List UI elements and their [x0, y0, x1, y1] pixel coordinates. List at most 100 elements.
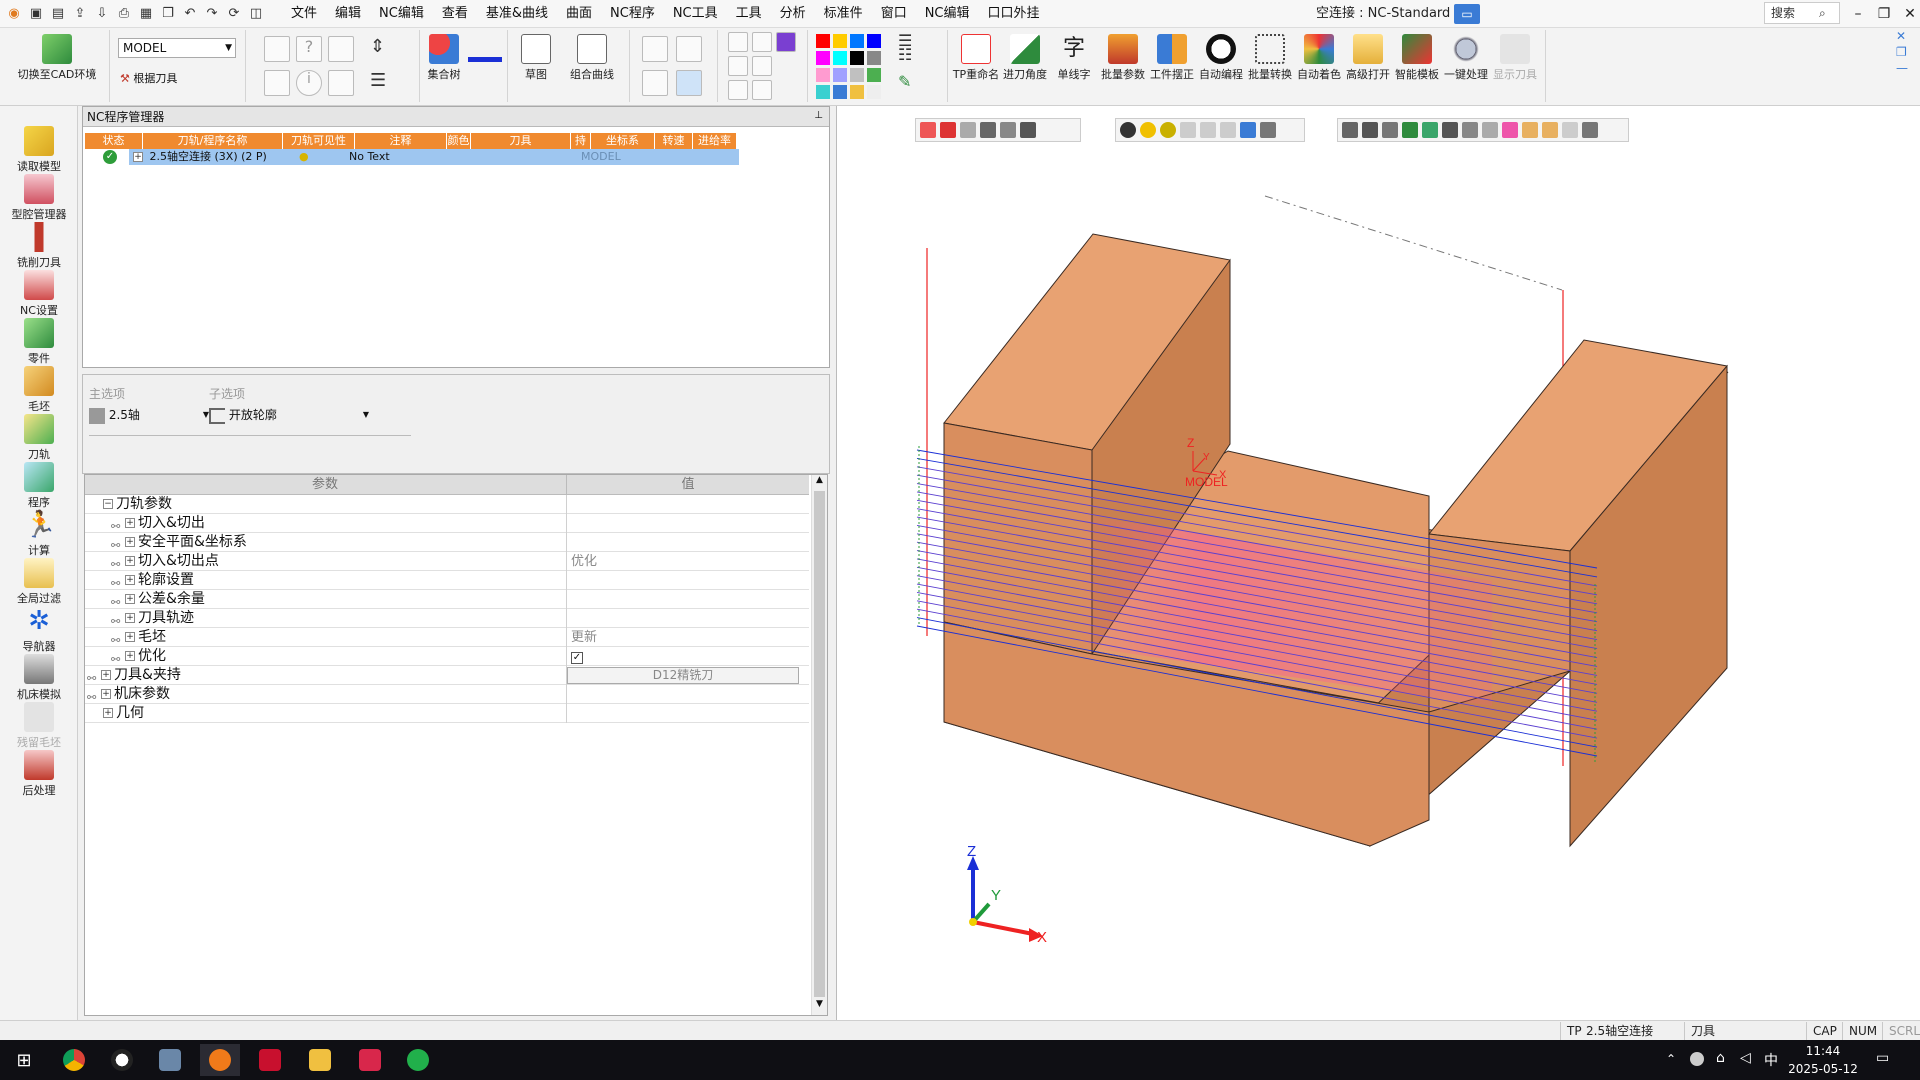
param-row[interactable]: ⚯ + 刀具轨迹	[85, 609, 809, 628]
eyedropper-icon[interactable]: ✎	[898, 72, 911, 91]
stack-icon[interactable]: ☰	[370, 70, 390, 98]
expand-icon[interactable]: +	[133, 152, 143, 162]
expand-icon[interactable]: +	[125, 575, 135, 585]
taskbar-autocad[interactable]	[250, 1044, 290, 1076]
select-all-icon[interactable]	[752, 80, 772, 100]
param-row[interactable]: ⚯ + 毛坯 更新	[85, 628, 809, 647]
milling-tool-button[interactable]: 铣削刀具	[0, 222, 78, 270]
info-icon[interactable]: i	[296, 70, 322, 96]
zoom-window-icon[interactable]	[676, 36, 702, 62]
ribbon-pin-icon[interactable]: ✕ ❐ —	[1896, 28, 1916, 76]
param-row[interactable]: + 几何	[85, 704, 809, 723]
scroll-up-icon[interactable]: ▲	[812, 475, 827, 489]
report-icon[interactable]	[328, 70, 354, 96]
auto-color-button[interactable]: 自动着色	[1295, 34, 1343, 82]
navigator-button[interactable]: ✲ 导航器	[0, 606, 78, 654]
tp-rename-button[interactable]: TP重命名	[952, 34, 1000, 82]
sketch-button[interactable]: 草图	[516, 34, 556, 82]
taskbar-chrome[interactable]	[54, 1044, 94, 1076]
zoom-part-icon[interactable]	[642, 70, 668, 96]
taskbar-qq[interactable]	[102, 1044, 142, 1076]
program-button[interactable]: 程序	[0, 462, 78, 510]
scroll-down-icon[interactable]: ▼	[812, 999, 827, 1013]
select-purple-icon[interactable]	[776, 32, 796, 52]
optimize-checkbox[interactable]: ✓	[566, 647, 809, 666]
param-row[interactable]: ⚯ + 公差&余量	[85, 590, 809, 609]
nc-setup-button[interactable]: NC设置	[0, 270, 78, 318]
batch-params-button[interactable]: 批量参数	[1099, 34, 1147, 82]
open-icon[interactable]: ▤	[48, 4, 68, 24]
col-status[interactable]: 状态	[85, 133, 143, 149]
layer-icon[interactable]: ▦	[136, 4, 156, 24]
menu-nc-edit-2[interactable]: NC编辑	[916, 0, 979, 28]
compute-button[interactable]: 🏃 计算	[0, 510, 78, 558]
combo-curve-button[interactable]: 组合曲线	[560, 34, 624, 82]
switch-cad-button[interactable]: 切换至CAD环境	[12, 34, 102, 82]
expand-icon[interactable]: +	[101, 670, 111, 680]
tray-volume-icon[interactable]: ◁	[1740, 1050, 1751, 1066]
col-color[interactable]: 颜色	[447, 133, 471, 149]
col-feed[interactable]: 进给率	[693, 133, 737, 149]
param-row[interactable]: ⚯ + 切入&切出	[85, 514, 809, 533]
tray-chevron-icon[interactable]: ⌃	[1666, 1052, 1676, 1066]
copy-icon[interactable]: ❐	[158, 4, 178, 24]
pin-icon[interactable]: ⊥	[814, 110, 823, 121]
model-select[interactable]: MODEL ▼	[118, 38, 236, 58]
col-speed[interactable]: 转速	[655, 133, 693, 149]
toolpath-button[interactable]: 刀轨	[0, 414, 78, 462]
menu-datum-curve[interactable]: 基准&曲线	[477, 0, 557, 28]
close-button[interactable]: ✕	[1892, 0, 1920, 28]
start-button[interactable]: ⊞	[4, 1044, 44, 1076]
param-row[interactable]: ⚯ + 机床参数	[85, 685, 809, 704]
stock-button[interactable]: 毛坯	[0, 366, 78, 414]
menu-nc-edit[interactable]: NC编辑	[370, 0, 433, 28]
taskbar-app[interactable]	[350, 1044, 390, 1076]
select-face-icon[interactable]	[752, 56, 772, 76]
taskbar-explorer[interactable]	[300, 1044, 340, 1076]
menu-tools[interactable]: 工具	[727, 0, 771, 28]
scroll-thumb[interactable]	[814, 491, 825, 997]
param-row[interactable]: ⚯ + 刀具&夹持 D12精铣刀	[85, 666, 809, 685]
expand-icon[interactable]: +	[125, 632, 135, 642]
redo-icon[interactable]: ↷	[202, 4, 222, 24]
by-tool-button[interactable]: ⚒ 根据刀具	[120, 70, 177, 86]
tool-select[interactable]: D12精铣刀	[566, 666, 809, 685]
tray-ime[interactable]: 中	[1764, 1050, 1778, 1070]
refresh-icon[interactable]: ⟳	[224, 4, 244, 24]
residual-stock-button[interactable]: 残留毛坯	[0, 702, 78, 750]
workpiece-align-button[interactable]: 工件摆正	[1148, 34, 1196, 82]
show-tool-button[interactable]: 显示刀具	[1491, 34, 1539, 82]
one-click-button[interactable]: 一键处理	[1442, 34, 1490, 82]
blank-doc-icon[interactable]	[264, 36, 290, 62]
menu-standard-parts[interactable]: 标准件	[815, 0, 872, 28]
zoom-fit-icon[interactable]	[642, 36, 668, 62]
menu-nc-tools[interactable]: NC工具	[664, 0, 727, 28]
col-tool[interactable]: 刀具	[471, 133, 571, 149]
menu-nc-program[interactable]: NC程序	[601, 0, 664, 28]
save-icon[interactable]: ▣	[26, 4, 46, 24]
color-palette[interactable]	[816, 34, 881, 99]
program-row[interactable]: + 2.5轴空连接 (3X) (2 P) ● No Text MODEL	[129, 149, 739, 165]
post-process-button[interactable]: 后处理	[0, 750, 78, 798]
tray-wechat-icon[interactable]	[1690, 1052, 1704, 1066]
part-button[interactable]: 零件	[0, 318, 78, 366]
search-icon[interactable]: ⌕	[1819, 3, 1826, 23]
menu-window[interactable]: 窗口	[872, 0, 916, 28]
col-coord[interactable]: 坐标系	[591, 133, 655, 149]
machine-sim-button[interactable]: 机床模拟	[0, 654, 78, 702]
export-icon[interactable]: ⇩	[92, 4, 112, 24]
panel-icon[interactable]	[328, 36, 354, 62]
layout-icon[interactable]: ▭	[1454, 4, 1480, 24]
menu-surface[interactable]: 曲面	[557, 0, 601, 28]
expand-icon[interactable]: +	[125, 556, 135, 566]
expand-icon[interactable]: +	[125, 537, 135, 547]
load-model-button[interactable]: 读取模型	[0, 126, 78, 174]
select-box-icon[interactable]	[752, 32, 772, 52]
menu-plugin[interactable]: 口口外挂	[979, 0, 1049, 28]
expand-icon[interactable]: +	[125, 651, 135, 661]
col-note[interactable]: 注释	[355, 133, 447, 149]
smart-template-button[interactable]: 智能模板	[1393, 34, 1441, 82]
tray-clock[interactable]: 11:44 2025-05-12	[1788, 1042, 1858, 1078]
visibility-bulb-icon[interactable]: ●	[299, 149, 309, 165]
app-logo-icon[interactable]: ◉	[4, 4, 24, 24]
